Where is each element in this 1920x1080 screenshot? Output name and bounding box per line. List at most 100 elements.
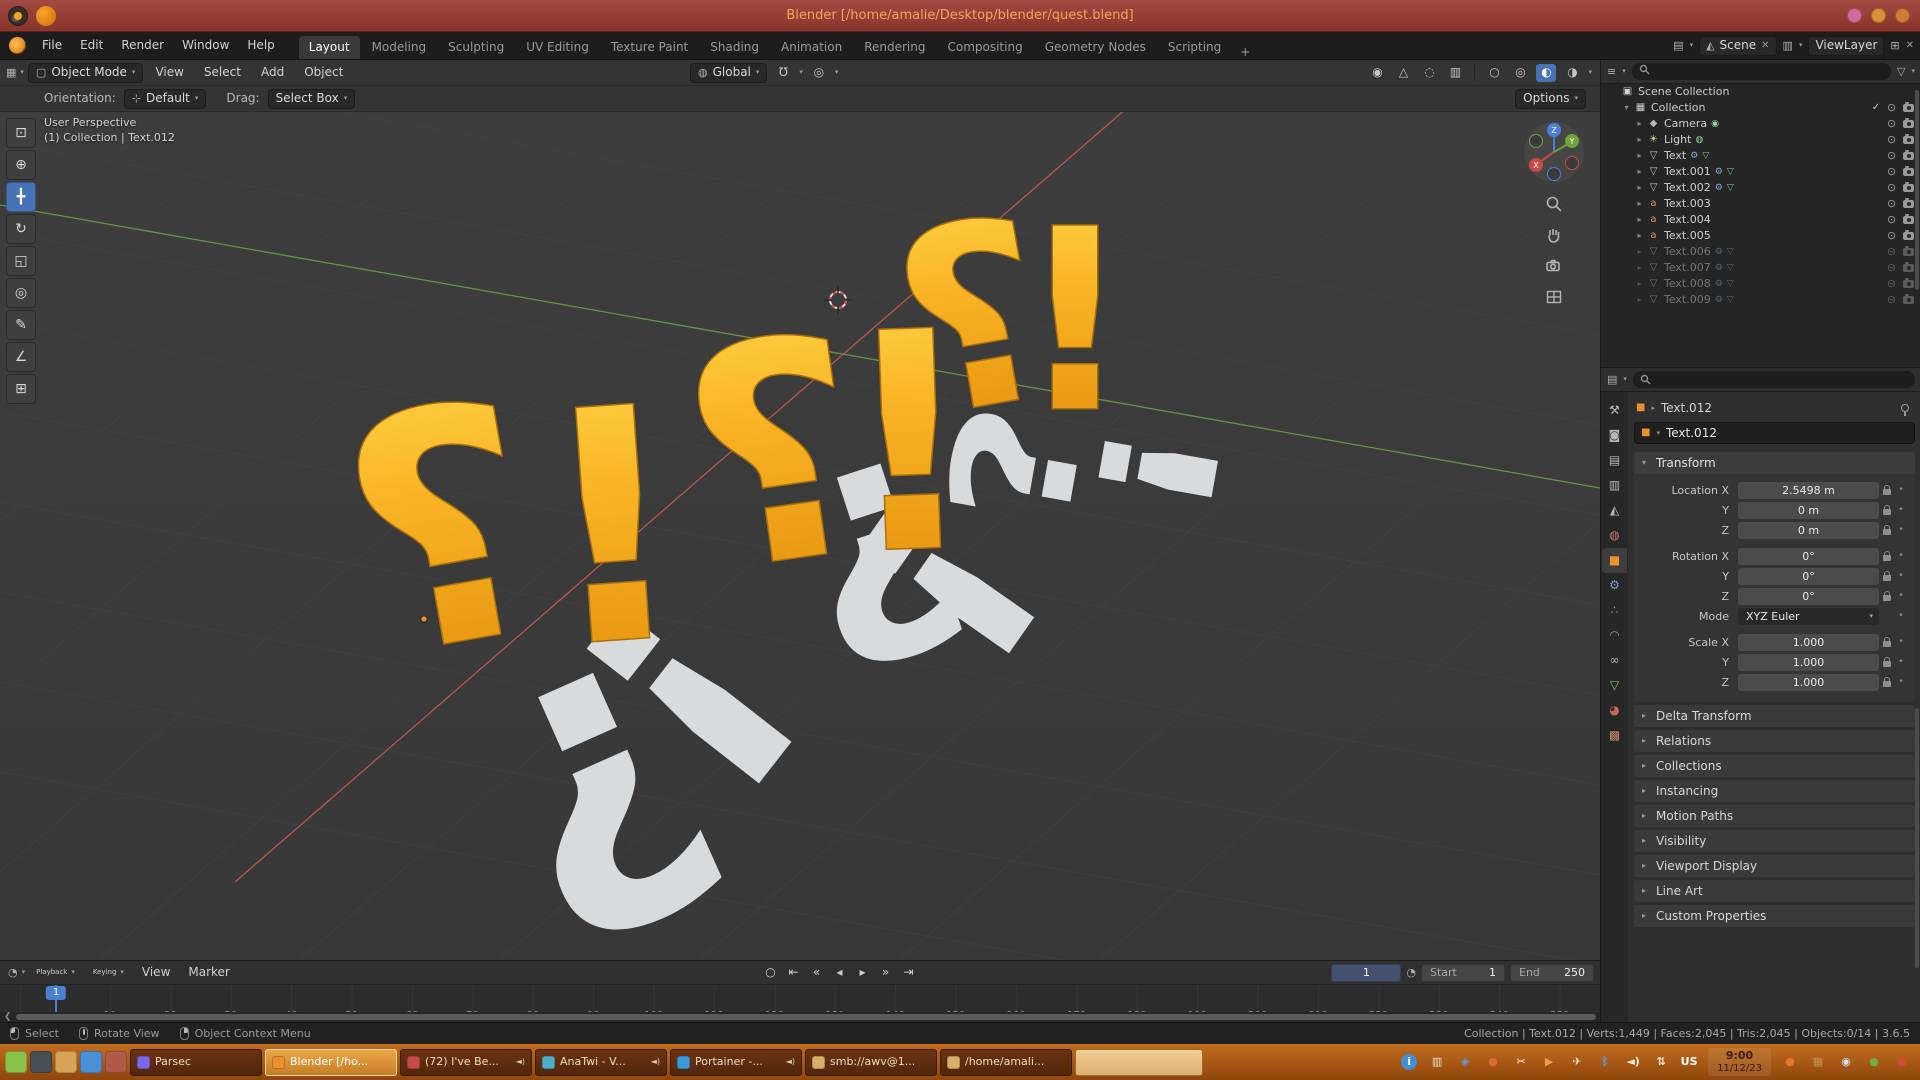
animate-property-icon[interactable]: • <box>1895 571 1907 582</box>
disable-in-render-icon[interactable] <box>1903 152 1914 160</box>
disclosure-triangle-icon[interactable]: ▾ <box>1620 103 1633 113</box>
launcher-editor[interactable] <box>105 1051 127 1073</box>
hide-in-viewport-icon[interactable]: ⊝ <box>1883 293 1900 306</box>
add-workspace-button[interactable]: + <box>1232 45 1258 59</box>
workspace-tab[interactable]: Compositing <box>937 36 1032 59</box>
lock-icon[interactable] <box>1879 486 1895 495</box>
proportional-editing-icon[interactable]: ◎ <box>809 64 829 82</box>
snapping-magnet-icon[interactable]: ℧ <box>773 64 793 82</box>
tray-media-icon[interactable]: ▶ <box>1536 1049 1562 1075</box>
outliner-row[interactable]: ▸ ▽ Text ⚙ ▽ ✓ ⊙ <box>1601 148 1920 164</box>
workspace-tab[interactable]: Texture Paint <box>601 36 698 59</box>
blender-menu-icon[interactable] <box>9 37 26 54</box>
transform-value-field[interactable]: 2.5498 m ▾ <box>1738 482 1879 499</box>
taskbar-window-button[interactable]: Portainer -... ◄) <box>670 1049 802 1076</box>
disclosure-triangle-icon[interactable]: ▸ <box>1633 279 1646 289</box>
taskbar-window-button[interactable]: Blender [/ho... ◄) <box>265 1049 397 1076</box>
expand-region-icon[interactable]: ❮ <box>4 1012 12 1023</box>
tray-package-icon[interactable]: ▦ <box>1805 1049 1831 1075</box>
tray-screenshot-icon[interactable]: ✂ <box>1508 1049 1534 1075</box>
tab-material[interactable]: ◕ <box>1602 698 1627 723</box>
tray-record-icon[interactable]: ● <box>1480 1049 1506 1075</box>
timeline-scrollbar[interactable] <box>16 1014 1596 1020</box>
pan-hand-icon[interactable] <box>1543 224 1565 246</box>
workspace-tab[interactable]: Layout <box>299 36 360 59</box>
outliner-item-label[interactable]: Text.001 <box>1661 165 1711 178</box>
hide-in-viewport-icon[interactable]: ⊙ <box>1883 165 1900 178</box>
tray-info-icon[interactable]: i <box>1396 1049 1422 1075</box>
outliner-item-label[interactable]: Text <box>1661 149 1686 162</box>
outliner-scrollbar[interactable] <box>1915 90 1919 290</box>
editor-type-icon[interactable]: ◔ <box>8 966 18 979</box>
outliner-item-label[interactable]: Camera <box>1661 117 1707 130</box>
properties-panel-header[interactable]: ▸ Viewport Display <box>1634 855 1915 877</box>
tray-display-icon[interactable]: ◉ <box>1833 1049 1859 1075</box>
outliner-row[interactable]: ▸ ▽ Text.006 ⚙ ▽ ✓ ⊝ <box>1601 244 1920 260</box>
shading-wireframe-icon[interactable]: ○ <box>1484 64 1504 82</box>
hide-in-viewport-icon[interactable]: ⊝ <box>1883 277 1900 290</box>
timeline-ruler[interactable]: 10 20 30 40 50 60 70 80 90 10 <box>0 985 1600 1013</box>
pin-icon[interactable] <box>1901 404 1909 412</box>
taskbar-window-button[interactable]: AnaTwi - V... ◄) <box>535 1049 667 1076</box>
view-layer-selector[interactable]: ViewLayer <box>1808 36 1884 56</box>
camera-view-icon[interactable] <box>1543 255 1565 277</box>
tab-modifiers[interactable]: ⚙ <box>1602 573 1627 598</box>
viewport-menu[interactable]: Object <box>296 65 351 79</box>
tab-physics[interactable]: ◠ <box>1602 623 1627 648</box>
lock-icon[interactable] <box>1879 658 1895 667</box>
workspace-tab[interactable]: Geometry Nodes <box>1035 36 1156 59</box>
lock-icon[interactable] <box>1879 526 1895 535</box>
tray-docker-icon[interactable]: ◈ <box>1452 1049 1478 1075</box>
animate-property-icon[interactable]: • <box>1895 485 1907 496</box>
playhead-badge[interactable]: 1 <box>46 986 66 1000</box>
transform-panel-header[interactable]: ▾ Transform <box>1634 452 1915 474</box>
toggle-xray-icon[interactable]: ▥ <box>1445 64 1465 82</box>
neg-z-axis-ball[interactable] <box>1548 168 1561 181</box>
menubar-menu[interactable]: Render <box>112 32 173 59</box>
outliner-item-label[interactable]: Text.004 <box>1661 213 1711 226</box>
perspective-toggle-icon[interactable] <box>1543 286 1565 308</box>
properties-panel-header[interactable]: ▸ Instancing <box>1634 780 1915 802</box>
disable-in-render-icon[interactable] <box>1903 264 1914 272</box>
tray-vpn-icon[interactable]: ● <box>1861 1049 1887 1075</box>
tab-object-data[interactable]: ▽ <box>1602 673 1627 698</box>
outliner-item-label[interactable]: Text.003 <box>1661 197 1711 210</box>
hide-in-viewport-icon[interactable]: ⊙ <box>1883 149 1900 162</box>
hide-in-viewport-icon[interactable]: ⊙ <box>1883 133 1900 146</box>
properties-panel-header[interactable]: ▸ Visibility <box>1634 830 1915 852</box>
taskbar-window-button-blank[interactable] <box>1075 1049 1203 1076</box>
viewport-menu[interactable]: Add <box>253 65 292 79</box>
timeline-menu[interactable]: View▾ <box>135 961 177 984</box>
workspace-tab[interactable]: Rendering <box>854 36 935 59</box>
viewport-menu[interactable]: Select <box>196 65 249 79</box>
animate-property-icon[interactable]: • <box>1895 637 1907 648</box>
transform-value-field[interactable]: XYZ Euler ▾ <box>1738 608 1879 625</box>
current-frame-field[interactable]: 1 <box>1331 964 1401 982</box>
outliner-item-label[interactable]: Text.006 <box>1661 245 1711 258</box>
outliner-row[interactable]: ▸ a Text.003 ✓ ⊙ <box>1601 196 1920 212</box>
properties-panel-header[interactable]: ▸ Custom Properties <box>1634 905 1915 927</box>
disable-in-render-icon[interactable] <box>1903 184 1914 192</box>
disable-in-render-icon[interactable] <box>1903 216 1914 224</box>
transform-value-field[interactable]: 0° ▾ <box>1738 548 1879 565</box>
disable-in-render-icon[interactable] <box>1903 296 1914 304</box>
neg-x-axis-ball[interactable] <box>1566 157 1579 170</box>
measure-tool[interactable]: ∠ <box>6 342 36 372</box>
disclosure-triangle-icon[interactable]: ▸ <box>1633 183 1646 193</box>
object-name-field[interactable]: ■ ▾ <box>1634 422 1915 444</box>
breadcrumb-object[interactable]: Text.012 <box>1661 401 1712 415</box>
hide-in-viewport-icon[interactable]: ⊙ <box>1883 101 1900 114</box>
disclosure-triangle-icon[interactable]: ▸ <box>1633 247 1646 257</box>
timeline-menu[interactable]: Marker▾ <box>181 961 236 984</box>
animate-property-icon[interactable]: • <box>1895 611 1907 622</box>
annotate-tool[interactable]: ✎ <box>6 310 36 340</box>
properties-scrollbar[interactable] <box>1915 708 1919 968</box>
tab-view-layer[interactable]: ▥ <box>1602 473 1627 498</box>
disclosure-triangle-icon[interactable]: ▸ <box>1633 231 1646 241</box>
editor-type-icon[interactable]: ▦ <box>6 66 16 79</box>
tray-session-icon[interactable]: ● <box>1889 1049 1915 1075</box>
outliner-item-label[interactable]: Text.002 <box>1661 181 1711 194</box>
properties-search[interactable] <box>1633 371 1915 388</box>
menubar-menu[interactable]: Edit <box>71 32 112 59</box>
add-cube-tool[interactable]: ⊞ <box>6 374 36 404</box>
